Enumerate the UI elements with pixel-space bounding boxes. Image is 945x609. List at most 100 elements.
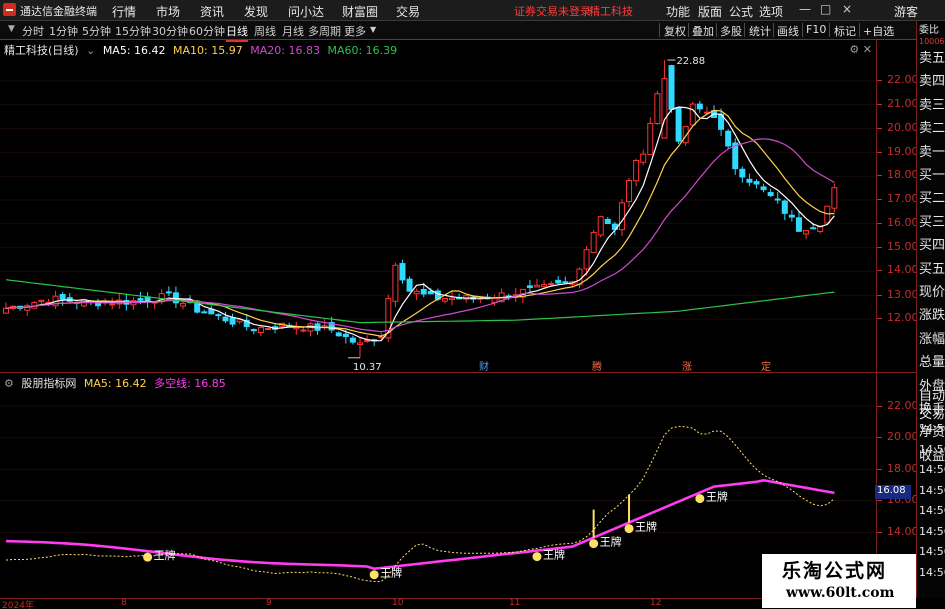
candle-body (668, 65, 675, 110)
side-item[interactable]: 买五 (919, 258, 945, 277)
signal-coin-icon (143, 552, 153, 562)
event-marker: 定 (761, 360, 771, 372)
side-item[interactable]: 买二 (919, 187, 945, 206)
duogu-button[interactable]: 多股 (720, 23, 742, 39)
menu-xuanxiang[interactable]: 选项 (759, 3, 783, 20)
maximize-button[interactable]: □ (820, 2, 831, 16)
candle-body (342, 333, 349, 338)
candle-body (774, 198, 781, 201)
tongji-button[interactable]: 统计 (749, 23, 771, 39)
side-item[interactable]: 自动 (919, 385, 945, 404)
close-icon[interactable]: ✕ (863, 43, 872, 56)
side-item[interactable]: 卖一 (919, 141, 945, 160)
close-button[interactable]: × (842, 2, 852, 16)
side-item[interactable]: 卖四 (919, 70, 945, 89)
period-1min[interactable]: 1分钟 (49, 23, 78, 39)
side-item[interactable]: 买四 (919, 234, 945, 253)
ma5-label: MA5: 16.42 (102, 44, 166, 57)
top-menubar: 通达信金融终端 行情 市场 资讯 发现 问小达 财富圈 交易 证券交易未登录 精… (0, 0, 945, 21)
menu-gongshi[interactable]: 公式 (729, 3, 753, 20)
date-label: 12 (650, 598, 662, 608)
side-item[interactable]: 总量 (919, 351, 945, 370)
signal-label: 王牌 (635, 520, 657, 534)
side-item[interactable]: 买三 (919, 211, 945, 230)
side-time: 14:56 (919, 504, 945, 517)
side-time: 14:56 (919, 422, 945, 435)
candle-body (201, 311, 208, 314)
user-guest[interactable]: 游客 (894, 3, 918, 20)
candle-body (725, 130, 732, 147)
menu-gongneng[interactable]: 功能 (666, 3, 690, 20)
toolbar-divider (859, 23, 860, 37)
period-15min[interactable]: 15分钟 (115, 23, 151, 39)
date-label: 11 (509, 598, 521, 608)
side-item[interactable]: 交易 (919, 403, 945, 422)
menu-zixun[interactable]: 资讯 (200, 3, 224, 20)
period-daily[interactable]: 日线 (226, 23, 248, 42)
side-time: 14:56 (919, 545, 945, 558)
candle-body (661, 78, 668, 139)
side-item[interactable]: 涨幅 (919, 328, 945, 347)
more-chevron-icon[interactable]: ▼ (370, 25, 376, 34)
indicator-title: 股朋指标网 (21, 377, 77, 390)
candle-body (180, 302, 186, 307)
period-60min[interactable]: 60分钟 (189, 23, 225, 39)
candle-body (300, 329, 307, 332)
side-time: 14:56 (919, 524, 945, 538)
menu-banmian[interactable]: 版面 (698, 3, 722, 20)
side-item[interactable]: 卖五 (919, 47, 945, 66)
period-toolbar: ▼ 分时 1分钟 5分钟 15分钟 30分钟 60分钟 日线 周线 月线 多周期… (0, 21, 945, 42)
kline-panel[interactable]: 22.88 10.37 财 腾 涨 定 精工科技(日线) ⌄ MA5: 16.42 MA1… (0, 40, 876, 372)
period-5min[interactable]: 5分钟 (82, 23, 111, 39)
side-item[interactable]: 卖三 (919, 94, 945, 113)
legend-chevron-icon[interactable]: ⌄ (86, 44, 95, 57)
indicator-legend: ⚙ 股朋指标网 MA5: 16.42 多空线: 16.85 (4, 375, 230, 391)
menu-hangqing[interactable]: 行情 (112, 3, 136, 20)
candle-body (682, 126, 689, 144)
menu-caifuquan[interactable]: 财富圈 (342, 3, 378, 20)
candle-body (38, 299, 45, 303)
chevron-down-icon[interactable]: ▼ (8, 24, 15, 34)
watermark: 乐淘公式网 www.60lt.com (762, 554, 916, 608)
biaoji-button[interactable]: 标记 (834, 23, 856, 39)
candle-body (788, 214, 795, 218)
menu-faxian[interactable]: 发现 (244, 3, 268, 20)
indicator-gear-icon[interactable]: ⚙ (4, 377, 14, 390)
high-label: 22.88 (676, 56, 705, 67)
menu-jiaoyi[interactable]: 交易 (396, 3, 420, 20)
period-multi[interactable]: 多周期 (308, 23, 341, 39)
low-label: 10.37 (353, 362, 382, 372)
huaxian-button[interactable]: 画线 (777, 23, 799, 39)
candle-body (3, 307, 9, 314)
signal-label: 王牌 (600, 535, 622, 549)
side-item[interactable]: 卖二 (919, 117, 945, 136)
date-label: 8 (121, 598, 127, 608)
period-weekly[interactable]: 周线 (254, 23, 276, 39)
add-favorite-button[interactable]: +自选 (863, 23, 894, 39)
side-time: 14:56 (919, 565, 945, 579)
candle-body (541, 284, 548, 288)
candle-body (109, 303, 116, 306)
indicator-panel[interactable]: 王牌 王牌 王牌 王牌 王牌 王牌 ⚙ 股朋指标网 MA5: 16.42 多空线: 16.… (0, 372, 876, 598)
indicator-chart: 王牌王牌王牌王牌王牌王牌 (0, 405, 876, 582)
period-30min[interactable]: 30分钟 (152, 23, 188, 39)
period-fenshi[interactable]: 分时 (22, 23, 44, 39)
date-label: 9 (266, 598, 272, 608)
side-item[interactable]: 现价 (919, 281, 945, 300)
diejia-button[interactable]: 叠加 (692, 23, 714, 39)
gear-icon[interactable]: ⚙ (849, 43, 859, 56)
minimize-button[interactable]: — (799, 2, 811, 16)
trade-login-notice[interactable]: 证券交易未登录 (514, 3, 591, 19)
f10-button[interactable]: F10 (806, 23, 826, 36)
fuquan-button[interactable]: 复权 (664, 23, 686, 39)
candle-body (654, 93, 661, 124)
menu-wenxiaoda[interactable]: 问小达 (288, 3, 324, 20)
menu-shichang[interactable]: 市场 (156, 3, 180, 20)
side-header-small: 10006 (919, 37, 945, 46)
period-monthly[interactable]: 月线 (282, 23, 304, 39)
signal-coin-icon (532, 552, 542, 562)
period-more[interactable]: 更多 (344, 23, 366, 39)
candle-body (222, 316, 229, 322)
side-item[interactable]: 买一 (919, 164, 945, 183)
side-item[interactable]: 涨跌 (919, 304, 945, 323)
